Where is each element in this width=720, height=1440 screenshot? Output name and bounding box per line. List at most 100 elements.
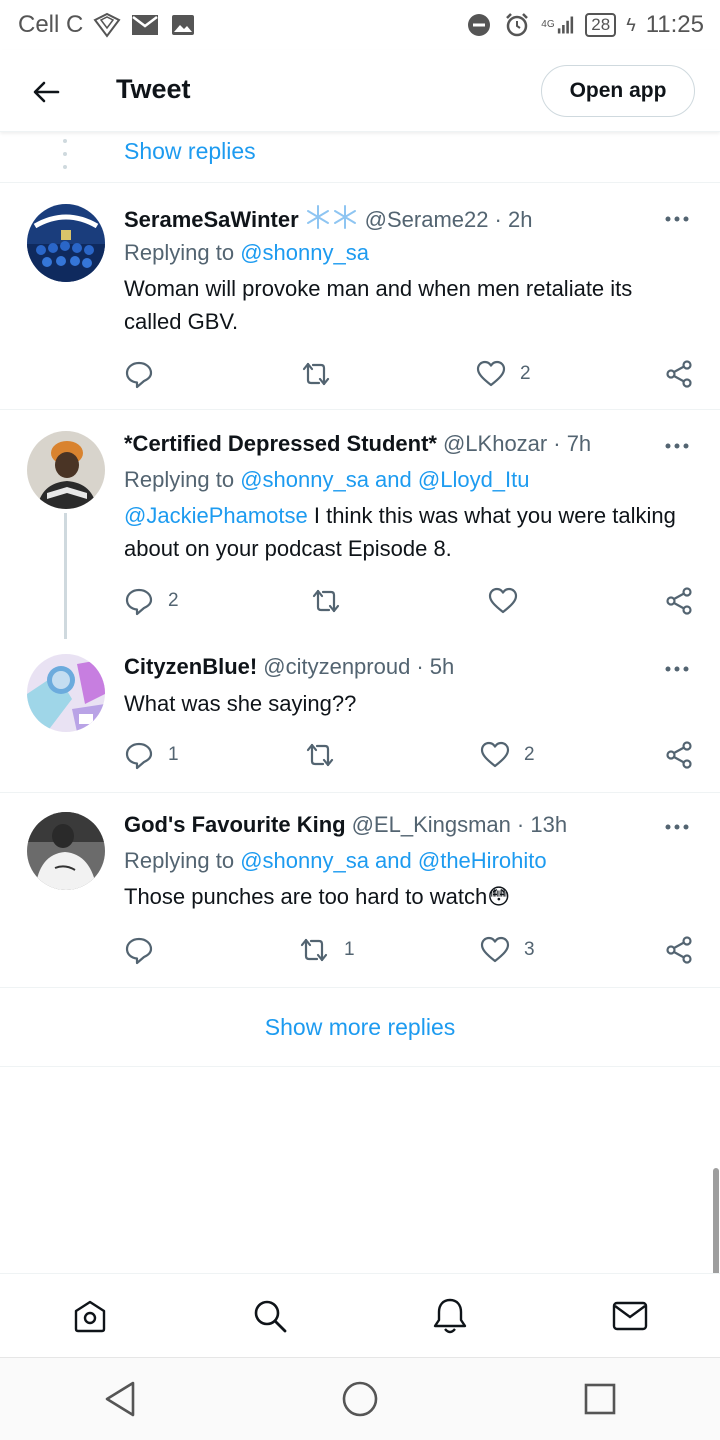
show-more-replies-link[interactable]: Show more replies [265,1014,455,1041]
mention-link[interactable]: @JackiePhamotse [124,503,308,528]
open-app-button[interactable]: Open app [541,65,695,117]
like-button[interactable] [488,583,532,619]
avatar[interactable] [27,654,105,732]
retweet-icon [306,743,334,767]
image-icon [169,11,197,39]
more-horizontal-icon [665,216,689,222]
share-button[interactable] [664,737,694,773]
replying-to: Replying to @shonny_sa and @Lloyd_Itu [124,467,530,492]
reply-icon [125,937,153,965]
show-replies-link[interactable]: Show replies [124,138,256,165]
tweet[interactable]: God's Favourite King @EL_Kingsman · 13h … [0,794,720,988]
home-icon [74,1300,106,1332]
search-icon [254,1300,287,1332]
mention-link[interactable]: @shonny_sa and @Lloyd_Itu [240,467,529,492]
timestamp[interactable]: · 7h [553,431,591,457]
like-button[interactable]: 3 [480,932,535,968]
avatar[interactable] [27,812,105,890]
display-name[interactable]: God's Favourite King [124,812,346,838]
status-bar: Cell C 4G 28 ϟ 11:25 [0,0,720,50]
system-home-button[interactable] [240,1358,480,1440]
nav-messages[interactable] [540,1274,720,1357]
heart-icon [488,587,518,614]
like-button[interactable]: 2 [480,737,535,773]
reply-icon [125,361,153,389]
heart-icon [480,741,510,768]
reply-button[interactable] [124,932,168,968]
do-not-disturb-icon [465,11,493,39]
alarm-icon [503,11,531,39]
handle[interactable]: @EL_Kingsman [352,812,511,838]
mail-icon [131,11,159,39]
tweet-text: Those punches are too hard to watch😳 [124,884,511,909]
scrollbar[interactable] [713,1168,719,1276]
thread-dots [63,139,67,169]
retweet-icon [312,589,340,613]
tweet-actions: 2 [124,356,696,392]
signal-icon: 4G [541,11,575,39]
replying-to: Replying to @shonny_sa and @theHirohito [124,848,547,873]
nav-search[interactable] [180,1274,360,1357]
display-name[interactable]: CityzenBlue! [124,654,257,680]
system-recents-button[interactable] [480,1358,720,1440]
system-navigation-bar [0,1357,720,1440]
share-icon [666,587,692,615]
system-back-button[interactable] [0,1358,240,1440]
more-horizontal-icon [665,443,689,449]
timestamp[interactable]: · 5h [416,654,454,680]
handle[interactable]: @LKhozar [443,431,547,457]
display-name[interactable]: SerameSaWinter [124,207,299,233]
tweet[interactable]: SerameSaWinter @Serame22 · 2h Replying t… [0,184,720,410]
more-horizontal-icon [665,666,689,672]
avatar[interactable] [27,204,105,282]
retweet-button[interactable]: 1 [298,932,355,968]
share-button[interactable] [664,583,694,619]
mention-link[interactable]: @shonny_sa [240,240,369,265]
retweet-button[interactable] [310,583,356,619]
carrier-label: Cell C [18,11,84,38]
like-button[interactable]: 2 [476,356,531,392]
reply-button[interactable]: 2 [124,583,179,619]
square-recents-icon [584,1383,616,1415]
display-name[interactable]: *Certified Depressed Student* [124,431,437,457]
reply-button[interactable]: 1 [124,737,179,773]
arrow-left-icon [33,81,60,103]
retweet-button[interactable] [300,356,346,392]
heart-icon [480,936,510,963]
reply-button[interactable] [124,356,168,392]
handle[interactable]: @Serame22 [365,207,489,233]
tweet[interactable]: CityzenBlue! @cityzenproud · 5h What was… [0,639,720,793]
more-options-button[interactable] [662,431,692,461]
tweet[interactable]: *Certified Depressed Student* @LKhozar ·… [0,411,720,639]
top-app-bar: Tweet Open app [0,50,720,132]
share-button[interactable] [664,932,694,968]
back-button[interactable] [28,74,64,110]
reply-count: 1 [168,744,179,765]
avatar[interactable] [27,431,105,509]
tweet-actions: 1 3 [124,932,696,968]
mention-link[interactable]: @shonny_sa and @theHirohito [240,848,546,873]
timestamp[interactable]: · 13h [517,812,567,838]
mail-icon [612,1301,648,1330]
more-horizontal-icon [665,824,689,830]
timestamp[interactable]: · 2h [495,207,533,233]
share-button[interactable] [664,356,694,392]
more-options-button[interactable] [662,654,692,684]
more-options-button[interactable] [662,812,692,842]
tweet-actions: 2 [124,583,696,619]
triangle-back-icon [105,1381,135,1417]
charging-icon: ϟ [626,14,636,35]
handle[interactable]: @cityzenproud [263,654,410,680]
thread-line [64,513,67,639]
bell-icon [433,1298,467,1333]
clock: 11:25 [645,11,704,38]
app-logo-icon [93,11,121,39]
heart-icon [476,360,506,387]
more-options-button[interactable] [662,204,692,234]
share-icon [666,360,692,388]
reply-icon [125,588,153,616]
nav-notifications[interactable] [360,1274,540,1357]
nav-home[interactable] [0,1274,180,1357]
like-count: 3 [524,939,535,960]
retweet-button[interactable] [304,737,350,773]
